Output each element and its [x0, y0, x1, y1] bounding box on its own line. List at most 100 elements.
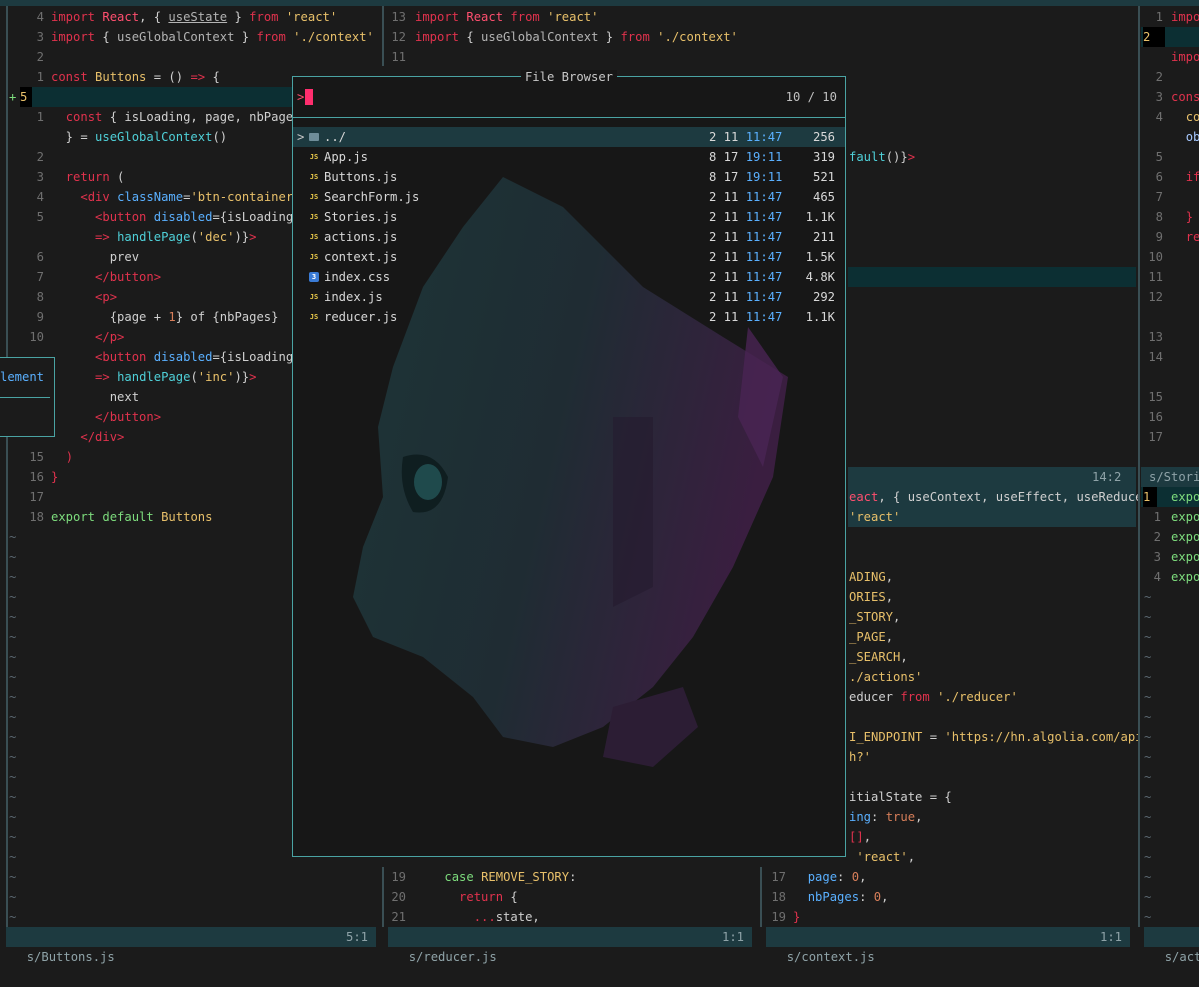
code-line[interactable]: 3 import { useGlobalContext } from './con…: [0, 27, 382, 47]
code-line[interactable]: [1141, 307, 1199, 327]
code-line[interactable]: 2: [1141, 67, 1199, 87]
js-icon: JS: [309, 153, 319, 161]
code-line[interactable]: _PAGE,: [849, 627, 893, 647]
code-line[interactable]: 13: [1141, 327, 1199, 347]
code-line[interactable]: 4 expo: [1141, 567, 1199, 587]
file-row[interactable]: JS SearchForm.js 2 11 11:47 465: [293, 187, 845, 207]
code-line[interactable]: 20 return {: [386, 887, 758, 907]
code-line[interactable]: 4 co: [1141, 107, 1199, 127]
code-line[interactable]: 1 expo: [1141, 487, 1199, 507]
line-number: 4: [36, 190, 44, 204]
line-code: => handlePage('inc')}>: [95, 370, 257, 384]
code-line[interactable]: 16: [1141, 407, 1199, 427]
line-number: 19: [771, 910, 786, 924]
file-row[interactable]: JS actions.js 2 11 11:47 211: [293, 227, 845, 247]
code-line[interactable]: 2 expo: [1141, 527, 1199, 547]
file-name: SearchForm.js: [324, 190, 420, 204]
code-line[interactable]: 19 case REMOVE_STORY:: [386, 867, 758, 887]
empty-line-marker: ~: [1144, 690, 1152, 704]
code-line[interactable]: 9 re: [1141, 227, 1199, 247]
code-line[interactable]: itialState = {: [849, 787, 952, 807]
file-row[interactable]: 3 index.css 2 11 11:47 4.8K: [293, 267, 845, 287]
completion-popup[interactable]: lement: [0, 357, 55, 437]
code-line[interactable]: 7: [1141, 187, 1199, 207]
code-line[interactable]: 10: [1141, 247, 1199, 267]
empty-line-marker: ~: [9, 790, 17, 804]
pane-separator[interactable]: [1138, 6, 1140, 927]
code-line[interactable]: 5: [1141, 147, 1199, 167]
code-line[interactable]: ORIES,: [849, 587, 893, 607]
code-line[interactable]: 18 nbPages: 0,: [762, 887, 1138, 907]
code-line[interactable]: 11: [386, 47, 758, 67]
code-line[interactable]: 17: [1141, 427, 1199, 447]
file-row[interactable]: > ../ 2 11 11:47 256: [293, 127, 845, 147]
file-name: Stories.js: [324, 210, 398, 224]
code-line[interactable]: 12 import { useGlobalContext } from './co…: [386, 27, 758, 47]
line-number: 17: [1148, 430, 1163, 444]
code-line[interactable]: ./actions': [849, 667, 922, 687]
code-line[interactable]: 11: [1141, 267, 1199, 287]
file-name: Buttons.js: [324, 170, 398, 184]
code-line[interactable]: _STORY,: [849, 607, 900, 627]
code-line[interactable]: 17 page: 0,: [762, 867, 1138, 887]
command-line[interactable]: [0, 980, 1199, 987]
code-line[interactable]: fault()}>: [849, 147, 915, 167]
file-row[interactable]: JS App.js 8 17 19:11 319: [293, 147, 845, 167]
code-line[interactable]: educer from './reducer': [849, 687, 1018, 707]
code-line[interactable]: [],: [849, 827, 871, 847]
code-line[interactable]: 14: [1141, 347, 1199, 367]
code-line[interactable]: 15: [1141, 387, 1199, 407]
line-code: ...state,: [473, 910, 540, 924]
code-line[interactable]: I_ENDPOINT = 'https://hn.algolia.com/api…: [849, 727, 1138, 747]
result-count: 10 / 10: [785, 90, 837, 104]
empty-line-marker: ~: [1144, 650, 1152, 664]
search-input[interactable]: [305, 89, 313, 105]
code-line[interactable]: 'react',: [849, 847, 915, 867]
line-number: 13: [1148, 330, 1163, 344]
code-line[interactable]: 21 ...state,: [386, 907, 758, 927]
line-number: 3: [36, 30, 44, 44]
file-row[interactable]: JS context.js 2 11 11:47 1.5K: [293, 247, 845, 267]
code-line[interactable]: [1141, 367, 1199, 387]
code-line[interactable]: 'react': [849, 507, 900, 527]
editor-pane-stories[interactable]: 1impor2impo23cons4 co ob56 if78 }9 re101…: [1141, 0, 1199, 927]
code-line[interactable]: 4 import React, { useState } from 'react': [0, 7, 382, 27]
code-line[interactable]: impo: [1141, 47, 1199, 67]
file-browser-modal[interactable]: File Browser > 10 / 10 > ../ 2 11 11:47 256…: [292, 70, 846, 857]
pane-separator[interactable]: [382, 6, 384, 66]
code-line[interactable]: 12: [1141, 287, 1199, 307]
code-line[interactable]: ob: [1141, 127, 1199, 147]
file-row[interactable]: JS Stories.js 2 11 11:47 1.1K: [293, 207, 845, 227]
pane-separator[interactable]: [382, 867, 384, 927]
code-line[interactable]: 2: [1141, 27, 1199, 47]
completion-item[interactable]: lement: [0, 367, 44, 387]
line-number: 12: [1148, 290, 1163, 304]
code-line[interactable]: _SEARCH,: [849, 647, 908, 667]
line-code: const { isLoading, page, nbPages: [65, 110, 301, 124]
prompt-divider: [293, 117, 845, 118]
cursor-position: 5:1: [345, 930, 368, 944]
line-number: 5: [20, 87, 32, 107]
code-line[interactable]: 1 impor: [1141, 7, 1199, 27]
line-number: 2: [1143, 27, 1165, 47]
search-prompt: >: [297, 90, 305, 104]
code-line[interactable]: 19}: [762, 907, 1138, 927]
file-size: 1.5K: [805, 250, 835, 264]
code-line[interactable]: 6 if: [1141, 167, 1199, 187]
code-line[interactable]: 3 expo: [1141, 547, 1199, 567]
file-row[interactable]: JS reducer.js 2 11 11:47 1.1K: [293, 307, 845, 327]
file-row[interactable]: JS Buttons.js 8 17 19:11 521: [293, 167, 845, 187]
code-line[interactable]: 3 cons: [1141, 87, 1199, 107]
line-number: 16: [1148, 410, 1163, 424]
code-line[interactable]: ing: true,: [849, 807, 922, 827]
code-line[interactable]: h?': [849, 747, 871, 767]
line-number: 9: [1155, 230, 1163, 244]
file-row[interactable]: JS index.js 2 11 11:47 292: [293, 287, 845, 307]
code-line[interactable]: eact, { useContext, useEffect, useReduce…: [849, 487, 1138, 507]
empty-line-marker: ~: [1144, 610, 1152, 624]
code-line[interactable]: 2: [0, 47, 382, 67]
code-line[interactable]: ADING,: [849, 567, 893, 587]
code-line[interactable]: 13 import React from 'react': [386, 7, 758, 27]
code-line[interactable]: 8 }: [1141, 207, 1199, 227]
code-line[interactable]: 1 expo: [1141, 507, 1199, 527]
